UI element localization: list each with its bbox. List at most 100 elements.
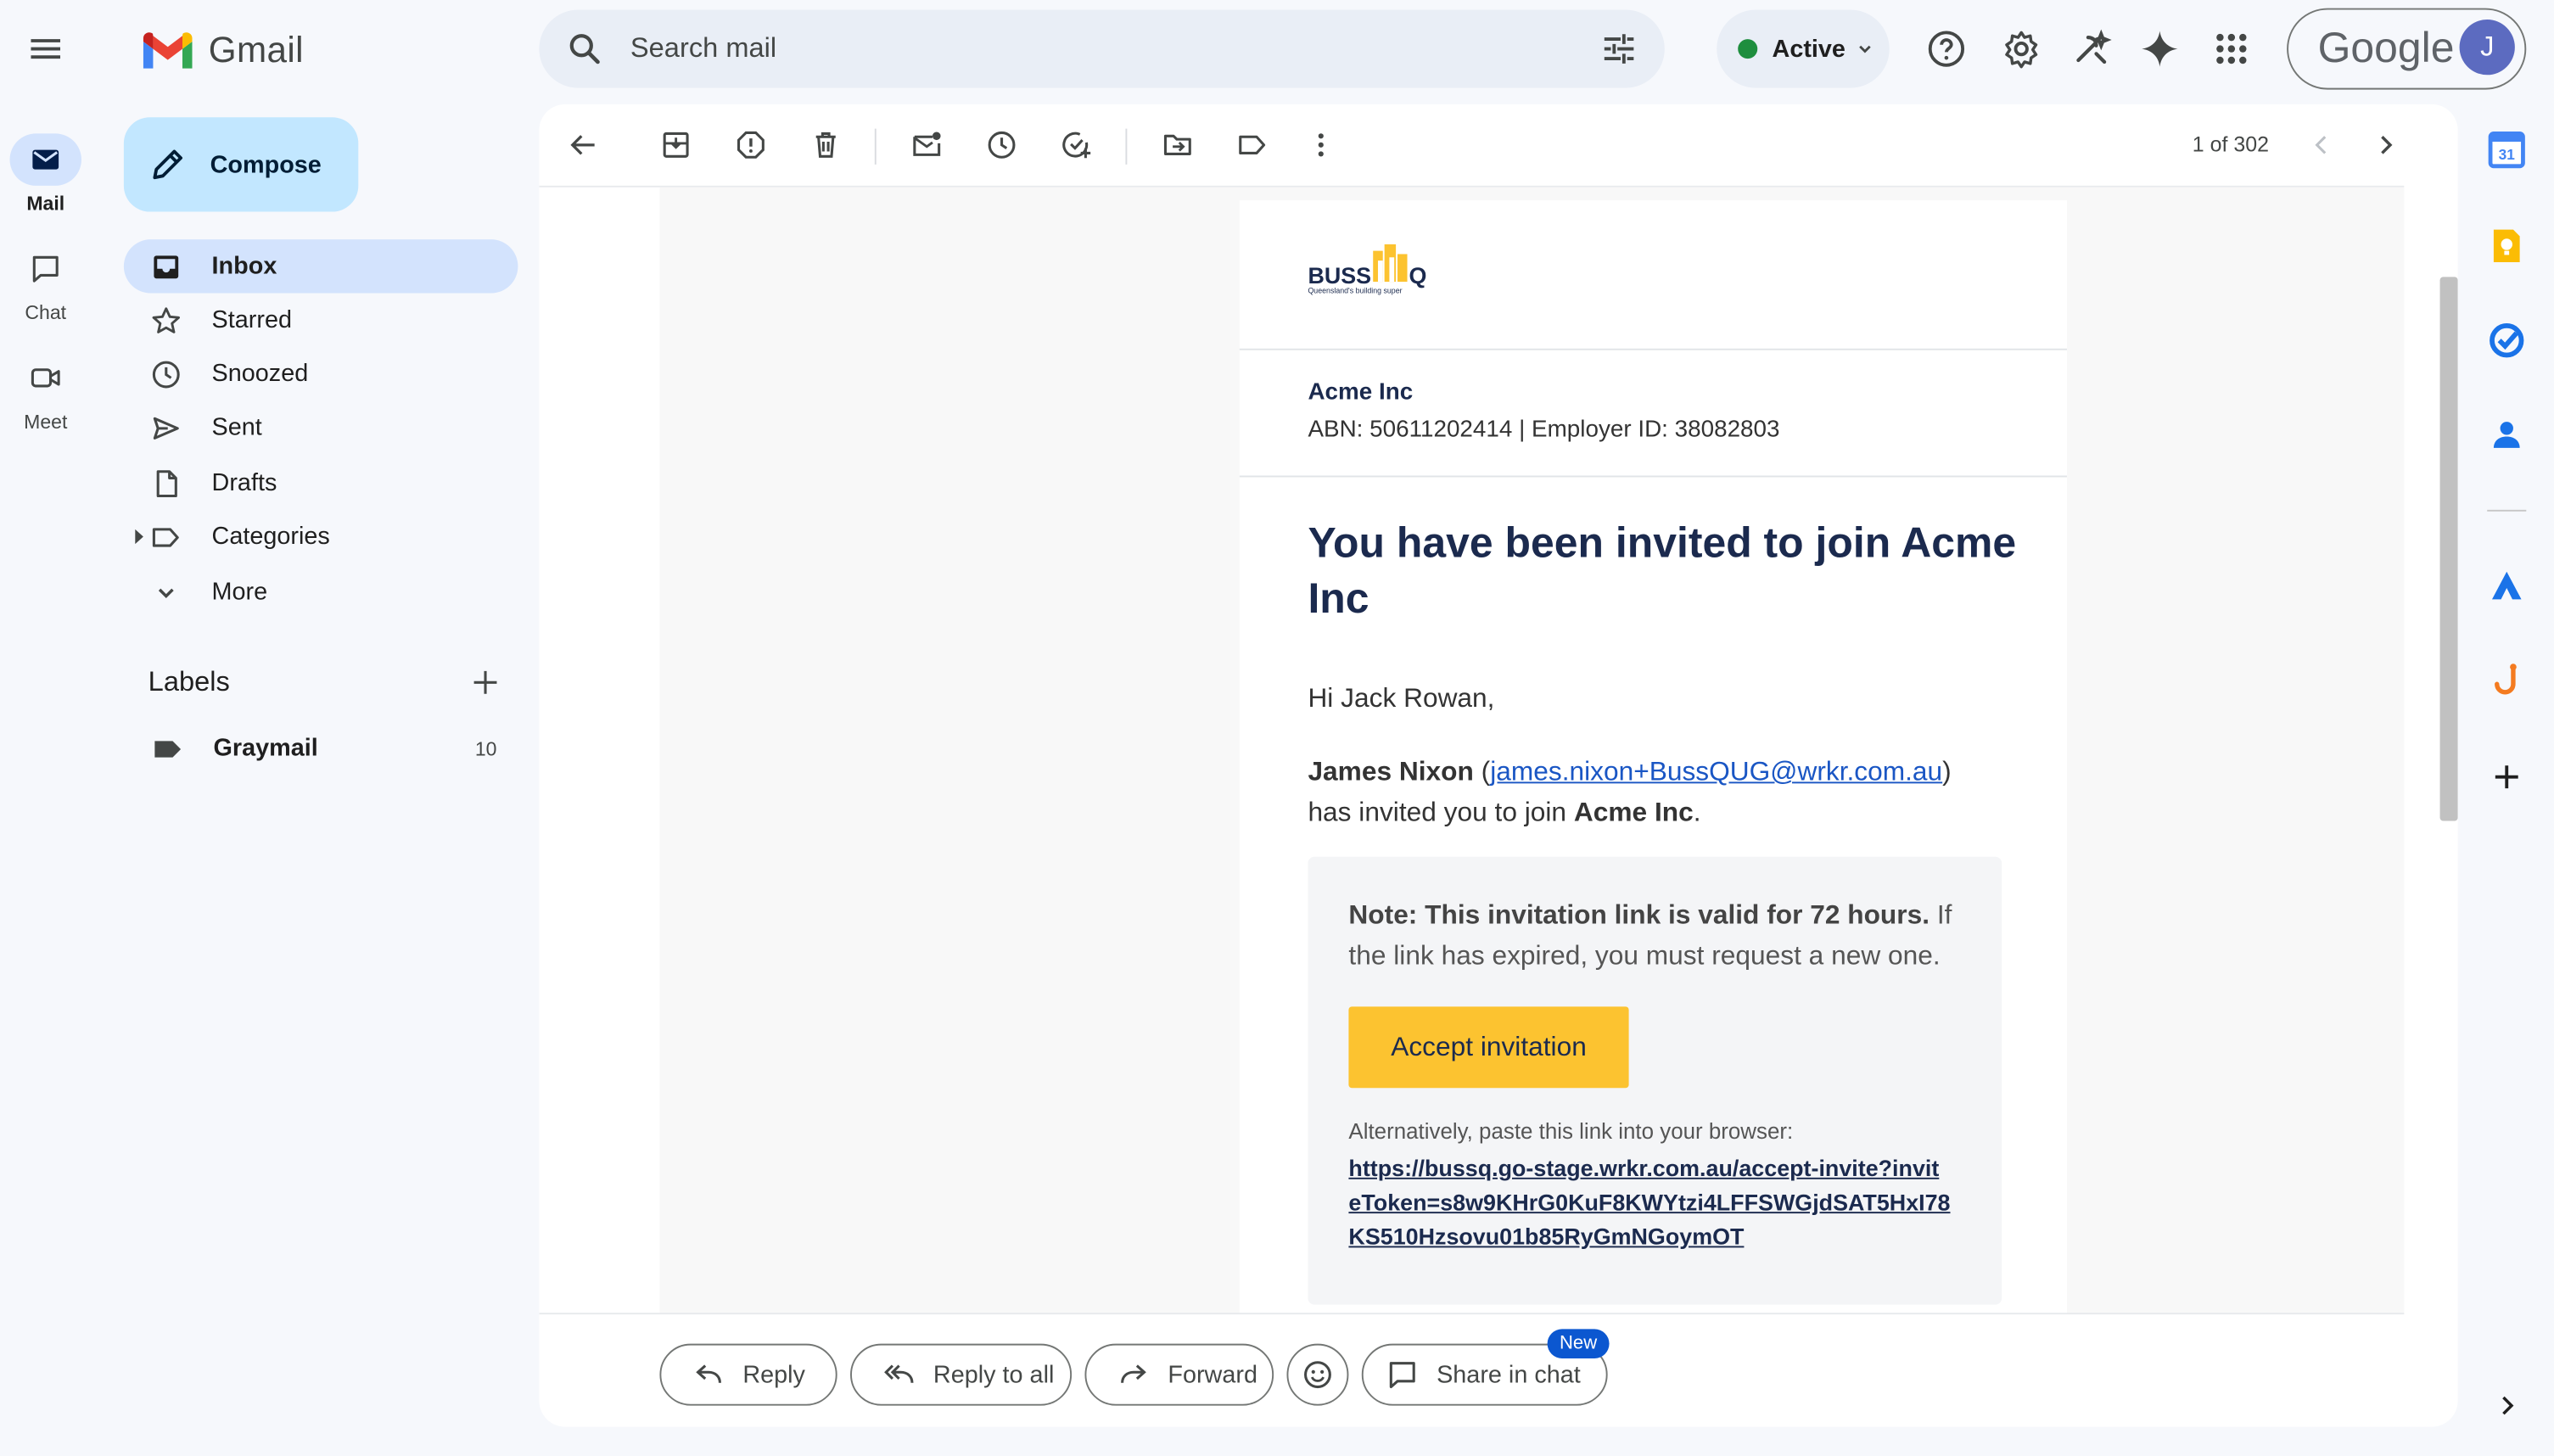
share-label: Share in chat [1437, 1360, 1581, 1389]
search-icon[interactable] [565, 30, 604, 69]
emoji-reaction-button[interactable] [1286, 1343, 1349, 1406]
nav-sent[interactable]: Sent [124, 400, 518, 454]
productivity-icon[interactable] [2072, 28, 2114, 70]
addon-app-icon[interactable] [2487, 567, 2526, 606]
tasks-icon[interactable] [2487, 321, 2526, 360]
status-selector[interactable]: Active [1717, 9, 1890, 88]
help-icon[interactable] [1925, 28, 1968, 70]
report-spam-icon[interactable] [735, 129, 767, 161]
draft-icon [156, 469, 177, 497]
snooze-icon[interactable] [985, 129, 1017, 161]
employer-name: Acme Inc [1308, 379, 1414, 406]
invite-company: Acme Inc [1573, 798, 1694, 828]
search-options-icon[interactable] [1599, 30, 1638, 69]
label-as-icon[interactable] [1236, 129, 1269, 161]
greeting: Hi Jack Rowan, [1308, 684, 1495, 714]
label-tag-icon [154, 740, 182, 757]
reply-all-button[interactable]: Reply to all [850, 1343, 1073, 1406]
logo-wordmark: BUSS [1308, 263, 1371, 288]
archive-icon[interactable] [659, 129, 692, 161]
delete-icon[interactable] [809, 129, 842, 161]
search-input[interactable]: Search mail [630, 32, 776, 64]
email-background: BUSS Q Queensland's building super Acme … [659, 187, 2405, 1315]
search-bar[interactable]: Search mail [539, 9, 1665, 88]
svg-text:31: 31 [2499, 146, 2516, 163]
newer-chevron-icon[interactable] [2305, 129, 2337, 161]
settings-icon[interactable] [2000, 28, 2042, 70]
expand-arrow-icon[interactable] [133, 529, 143, 545]
reply-all-label: Reply to all [933, 1360, 1055, 1389]
inviter-paren: ) [1942, 757, 1952, 787]
expiry-note: Note: This invitation link is valid for … [1348, 896, 1984, 977]
pager-count: 1 of 302 [2192, 132, 2270, 157]
status-dot [1738, 39, 1758, 59]
divider [1239, 348, 2067, 350]
gmail-logo[interactable]: Gmail [140, 28, 304, 74]
labels-heading: Labels [148, 666, 230, 697]
invite-text: has invited you to join [1308, 798, 1574, 828]
new-badge: New [1547, 1329, 1610, 1358]
nav-more[interactable]: More [124, 565, 518, 619]
add-label-icon[interactable] [469, 666, 501, 698]
add-task-icon[interactable] [1061, 129, 1093, 161]
invite-link[interactable]: https://bussq.go-stage.wrkr.com.au/accep… [1348, 1151, 1951, 1254]
invite-paragraph: James Nixon (james.nixon+BussQUG@wrkr.co… [1308, 753, 2025, 834]
more-options-icon[interactable] [1305, 129, 1337, 161]
add-addon-icon[interactable] [2487, 758, 2526, 797]
label-graymail[interactable]: Graymail 10 [124, 721, 518, 775]
message-body: BUSS Q Queensland's building super Acme … [539, 185, 2405, 1315]
message-panel: 1 of 302 BUSS Q Queensland's building su… [539, 104, 2458, 1427]
rail-meet[interactable]: Meet [10, 352, 81, 434]
scrollbar-thumb[interactable] [2439, 277, 2458, 821]
nav-label: Categories [211, 523, 330, 551]
logo-letter: Q [1409, 263, 1426, 288]
app-name: Gmail [208, 29, 304, 70]
toolbar-divider [874, 128, 877, 165]
back-arrow-icon[interactable] [567, 129, 599, 161]
mark-unread-icon[interactable] [910, 129, 943, 161]
compose-label: Compose [210, 150, 322, 179]
main-menu-icon[interactable] [26, 30, 65, 69]
account-button[interactable]: Google J [2287, 8, 2527, 90]
keep-icon[interactable] [2487, 227, 2526, 266]
chat-icon [1389, 1362, 1415, 1389]
nav-label: Drafts [211, 468, 277, 497]
nav-starred[interactable]: Starred [124, 294, 518, 347]
employer-ids: ABN: 50611202414 | Employer ID: 38082803 [1308, 417, 1780, 444]
gmail-m-icon [143, 32, 193, 69]
expand-panel-chevron-icon[interactable] [2490, 1389, 2523, 1421]
accept-invitation-button[interactable]: Accept invitation [1348, 1006, 1629, 1089]
emoji-icon [1304, 1361, 1331, 1389]
divider [539, 1313, 2405, 1315]
gemini-icon[interactable] [2138, 28, 2181, 70]
reply-button[interactable]: Reply [659, 1343, 837, 1406]
chevron-down-icon [1859, 45, 1871, 53]
nav-label: Snoozed [211, 360, 309, 388]
nav-inbox[interactable]: Inbox [123, 239, 518, 294]
apps-grid-icon[interactable] [2210, 28, 2253, 70]
rail-label: Mail [26, 192, 65, 216]
calendar-icon[interactable]: 31 [2487, 131, 2526, 170]
avatar[interactable]: J [2459, 20, 2515, 76]
google-logo: Google [2317, 22, 2455, 72]
compose-button[interactable]: Compose [123, 117, 359, 212]
forward-button[interactable]: Forward [1084, 1343, 1274, 1406]
nav-snoozed[interactable]: Snoozed [124, 347, 518, 400]
nav-drafts[interactable]: Drafts [124, 456, 518, 509]
inviter-email-link[interactable]: james.nixon+BussQUG@wrkr.com.au [1490, 758, 1942, 787]
email-heading: You have been invited to join Acme Inc [1308, 518, 2017, 623]
nav-categories[interactable]: Categories [124, 510, 518, 563]
addon-hook-icon[interactable] [2487, 661, 2526, 700]
move-to-icon[interactable] [1162, 129, 1194, 161]
older-chevron-icon[interactable] [2370, 129, 2402, 161]
nav-label: Sent [211, 413, 262, 442]
email-card: BUSS Q Queensland's building super Acme … [1239, 200, 2067, 1315]
rail-mail[interactable]: Mail [9, 133, 81, 216]
star-icon [152, 306, 181, 333]
inbox-icon [154, 255, 179, 278]
contacts-icon[interactable] [2487, 415, 2526, 454]
invitation-note-box: Note: This invitation link is valid for … [1308, 856, 2002, 1305]
rail-chat[interactable]: Chat [10, 243, 81, 324]
video-icon [10, 352, 81, 404]
reply-label: Reply [742, 1360, 805, 1389]
